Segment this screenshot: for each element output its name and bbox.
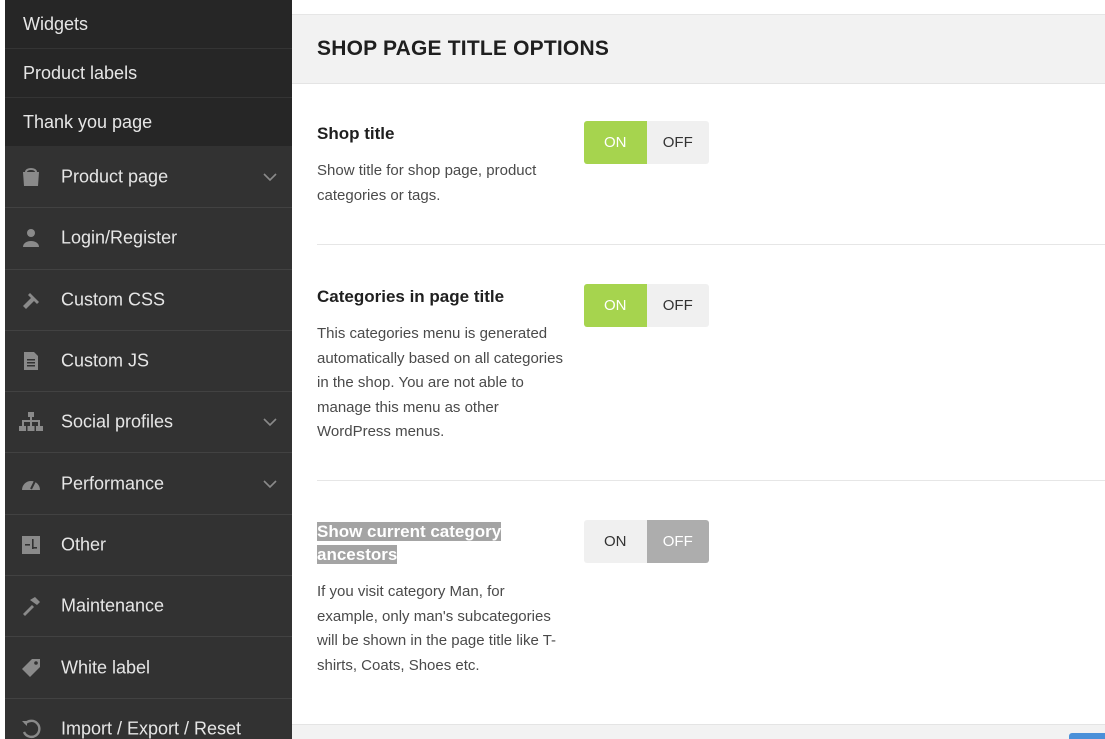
sidebar: Widgets Product labels Thank you page Pr… — [0, 0, 292, 739]
sidebar-item-other[interactable]: Other — [5, 515, 292, 577]
submenu-item-widgets[interactable]: Widgets — [5, 0, 292, 49]
chevron-down-icon — [262, 476, 278, 492]
sidebar-item-maintenance[interactable]: Maintenance — [5, 576, 292, 638]
sidebar-item-import-export-reset[interactable]: Import / Export / Reset — [5, 699, 292, 739]
sidebar-item-label: Custom JS — [61, 350, 150, 371]
sidebar-item-label: Other — [61, 534, 107, 555]
submenu-item-thank-you-page[interactable]: Thank you page — [5, 98, 292, 146]
option-shop-title: Shop title Show title for shop page, pro… — [317, 121, 1105, 245]
section-header: SHOP PAGE TITLE OPTIONS — [292, 14, 1105, 84]
file-icon — [19, 349, 43, 373]
sidebar-item-performance[interactable]: Performance — [5, 453, 292, 515]
sidebar-item-social-profiles[interactable]: Social profiles — [5, 392, 292, 454]
option-title: Categories in page title — [317, 287, 505, 306]
option-show-current-category-ancestors: Show current category ancestors If you v… — [317, 520, 1105, 678]
sidebar-item-label: Custom CSS — [61, 289, 166, 310]
sidebar-item-label: Social profiles — [61, 411, 174, 432]
option-title: Show current category ancestors — [317, 520, 567, 566]
toggle-on-button[interactable]: ON — [584, 284, 647, 327]
sidebar-item-login-register[interactable]: Login/Register — [5, 208, 292, 270]
option-categories-in-page-title: Categories in page title This categories… — [317, 284, 1105, 481]
sitemap-icon — [19, 410, 43, 434]
other-icon — [19, 533, 43, 557]
submenu-item-product-labels[interactable]: Product labels — [5, 49, 292, 98]
sidebar-item-label: Login/Register — [61, 227, 178, 248]
sidebar-menu: Product page Login/Register Custom CSS C… — [5, 147, 292, 739]
toggle-off-button[interactable]: OFF — [646, 121, 709, 164]
sidebar-item-white-label[interactable]: White label — [5, 637, 292, 699]
toggle-off-button[interactable]: OFF — [646, 520, 709, 563]
divider — [317, 244, 1105, 245]
toggle-switch: ON OFF — [584, 520, 709, 563]
option-title: Shop title — [317, 124, 395, 143]
sidebar-item-label: White label — [61, 657, 151, 678]
sidebar-item-label: Performance — [61, 473, 165, 494]
divider — [317, 480, 1105, 481]
option-description: This categories menu is generated automa… — [317, 325, 563, 440]
main-panel: SHOP PAGE TITLE OPTIONS Shop title Show … — [292, 0, 1105, 739]
shop-icon — [19, 165, 43, 189]
sidebar-item-custom-css[interactable]: Custom CSS — [5, 270, 292, 331]
chevron-down-icon — [262, 169, 278, 185]
toggle-switch: ON OFF — [584, 284, 709, 327]
user-icon — [19, 226, 43, 250]
sidebar-item-label: Product page — [61, 166, 169, 187]
sidebar-item-label: Import / Export / Reset — [61, 718, 242, 739]
toggle-on-button[interactable]: ON — [584, 121, 647, 164]
toggle-on-button[interactable]: ON — [584, 520, 647, 563]
option-description: If you visit category Man, for example, … — [317, 583, 557, 674]
footer-bar — [292, 724, 1105, 739]
toggle-switch: ON OFF — [584, 121, 709, 164]
dashboard-icon — [19, 472, 43, 496]
toggle-off-button[interactable]: OFF — [646, 284, 709, 327]
page-title: SHOP PAGE TITLE OPTIONS — [317, 37, 610, 60]
tag-icon — [19, 656, 43, 680]
submenu-list: Widgets Product labels Thank you page — [5, 0, 292, 146]
sidebar-item-label: Maintenance — [61, 595, 165, 616]
option-title-text: Show current category ancestors — [317, 522, 502, 564]
sidebar-item-product-page[interactable]: Product page — [5, 147, 292, 209]
hammer-icon — [19, 594, 43, 618]
option-description: Show title for shop page, product catego… — [317, 162, 537, 204]
css-icon — [19, 288, 43, 312]
chevron-down-icon — [262, 414, 278, 430]
sidebar-item-custom-js[interactable]: Custom JS — [5, 331, 292, 393]
save-button[interactable] — [1069, 733, 1105, 739]
reset-icon — [19, 717, 43, 739]
